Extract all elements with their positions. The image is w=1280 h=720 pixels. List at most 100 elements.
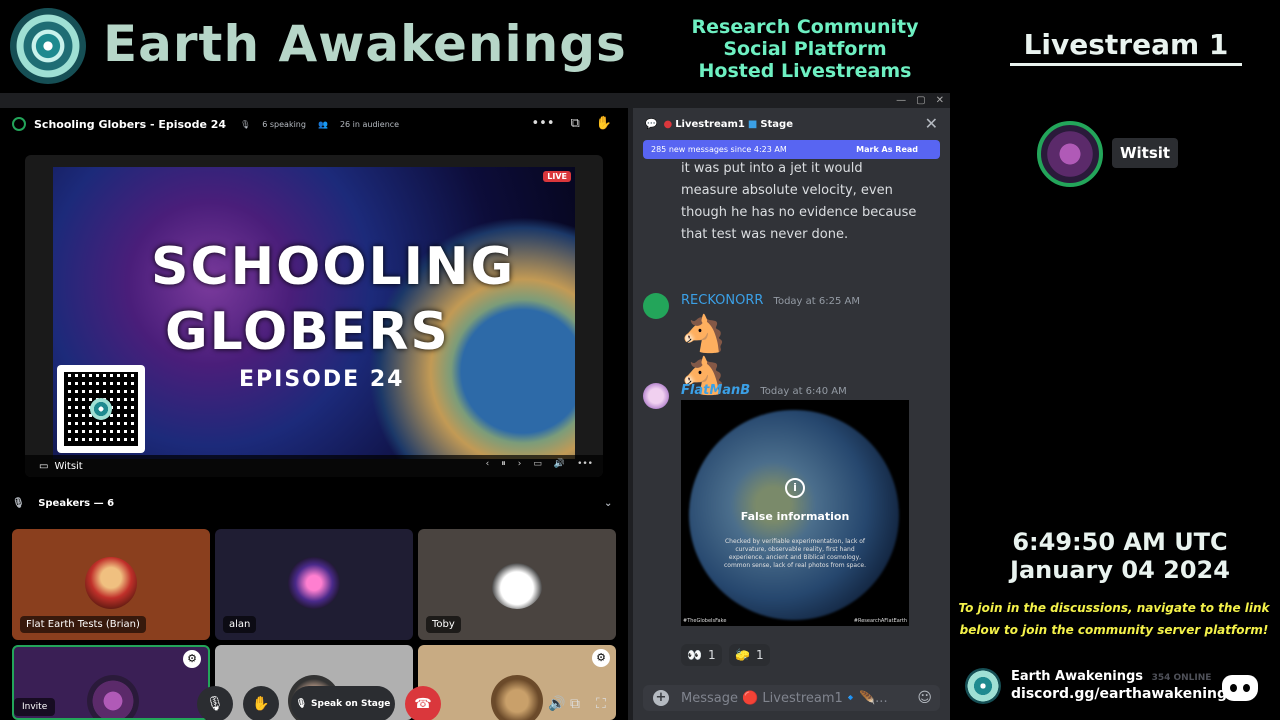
volume-icon[interactable]: 🔊 bbox=[548, 696, 565, 712]
screen-icon: ▭ bbox=[39, 460, 49, 472]
invite-link[interactable]: discord.gg/earthawakenings bbox=[1011, 686, 1235, 702]
streamer-avatar bbox=[1037, 121, 1103, 187]
stage-icon: ■ bbox=[747, 118, 758, 130]
reaction-count: 1 bbox=[755, 648, 764, 662]
settings-icon[interactable]: ⚙ bbox=[183, 650, 201, 668]
tagline-line: Hosted Livestreams bbox=[698, 60, 912, 82]
speaker-tile[interactable]: alan bbox=[215, 529, 413, 640]
message-time: Today at 6:25 AM bbox=[773, 296, 860, 307]
server-name: Earth Awakenings bbox=[1011, 669, 1144, 684]
avatar bbox=[85, 557, 137, 609]
mic-icon: 🎙 bbox=[295, 699, 308, 709]
stage-channel-icon bbox=[12, 117, 26, 131]
join-line: To join in the discussions, navigate to … bbox=[958, 601, 1270, 615]
speaking-count: 6 speaking bbox=[262, 119, 306, 129]
emoji-icon[interactable]: ☺ bbox=[917, 690, 932, 706]
raise-hand-icon[interactable]: ✋ bbox=[596, 116, 612, 131]
art-title-line: GLOBERS bbox=[165, 302, 450, 362]
popout-icon[interactable]: ⧉ bbox=[571, 116, 580, 131]
live-badge: LIVE bbox=[543, 171, 571, 182]
art-episode-line: EPISODE 24 bbox=[239, 367, 405, 392]
hashtag-left: #TheGlobeIsFake bbox=[683, 618, 727, 624]
video-controls: ▭ Witsit ‹ ⏸ › ▭ 🔊 ••• bbox=[25, 455, 603, 477]
false-info-desc: Checked by verifiable experimentation, l… bbox=[723, 538, 866, 569]
audience-count: 26 in audience bbox=[339, 119, 400, 129]
tagline: Research Community Social Platform Hoste… bbox=[660, 16, 950, 82]
fullscreen-icon[interactable]: ⛶ bbox=[596, 696, 606, 712]
add-attachment-icon[interactable]: + bbox=[653, 690, 669, 706]
clock: 6:49:50 AM UTC January 04 2024 bbox=[975, 528, 1265, 584]
reaction-sponge[interactable]: 🧽 1 bbox=[729, 644, 770, 666]
discord-window: — ▢ ✕ Schooling Globers - Episode 24 🎙 6… bbox=[0, 93, 950, 720]
join-instructions: To join in the discussions, navigate to … bbox=[958, 597, 1270, 641]
channel-suffix: Stage bbox=[760, 118, 793, 130]
more-icon[interactable]: ••• bbox=[577, 459, 593, 469]
image-attachment[interactable]: i False information Checked by verifiabl… bbox=[681, 400, 909, 626]
more-options-icon[interactable]: ••• bbox=[532, 116, 555, 131]
reaction-eyes[interactable]: 👀 1 bbox=[681, 644, 722, 666]
prev-icon[interactable]: ‹ bbox=[486, 459, 490, 469]
stage-header: Schooling Globers - Episode 24 🎙 6 speak… bbox=[0, 108, 628, 140]
stage-title: Schooling Globers - Episode 24 bbox=[34, 117, 227, 131]
avatar bbox=[288, 557, 340, 609]
avatar bbox=[643, 383, 669, 409]
speaker-name: alan bbox=[223, 616, 257, 633]
qr-code bbox=[57, 365, 145, 453]
stage-panel: Schooling Globers - Episode 24 🎙 6 speak… bbox=[0, 108, 628, 720]
message-input[interactable]: + Message 🔴 Livestream1🔹🪶... ☺ bbox=[643, 685, 940, 711]
discord-icon bbox=[643, 293, 669, 319]
speakers-header[interactable]: 🎙 Speakers — 6 ⌄ bbox=[12, 498, 612, 509]
maximize-icon[interactable]: ▢ bbox=[916, 95, 925, 106]
stream-video[interactable]: SCHOOLING GLOBERS EPISODE 24 LIVE ▭ Wits… bbox=[25, 155, 603, 477]
new-messages-text: 285 new messages since 4:23 AM bbox=[651, 145, 787, 154]
close-window-icon[interactable]: ✕ bbox=[936, 95, 944, 106]
live-dot-icon: ● bbox=[663, 118, 673, 130]
pause-icon[interactable]: ⏸ bbox=[501, 459, 506, 469]
speaker-tile[interactable]: Toby bbox=[418, 529, 616, 640]
streamer-label: Witsit bbox=[1112, 138, 1179, 168]
info-icon: i bbox=[785, 478, 805, 498]
clock-time: 6:49:50 AM UTC bbox=[1012, 528, 1228, 556]
next-icon[interactable]: › bbox=[518, 459, 522, 469]
reaction-count: 1 bbox=[707, 648, 716, 662]
clock-date: January 04 2024 bbox=[1010, 556, 1230, 584]
hashtag-right: #ResearchAFlatEarth bbox=[853, 618, 907, 624]
false-info-title: False information bbox=[740, 510, 850, 523]
sponge-emoji: 🧽 bbox=[735, 648, 750, 662]
earth-awakenings-logo bbox=[10, 8, 86, 84]
speak-on-stage-button[interactable]: 🎙 Speak on Stage bbox=[291, 686, 395, 720]
speaker-name: Toby bbox=[426, 616, 461, 633]
leave-call-button[interactable]: ☎ bbox=[405, 686, 441, 720]
author-name[interactable]: RECKONORR bbox=[681, 293, 763, 308]
mark-as-read-button[interactable]: Mark As Read bbox=[856, 145, 918, 154]
close-icon[interactable]: ✕ bbox=[925, 114, 938, 133]
speakers-label: Speakers — 6 bbox=[38, 498, 115, 509]
thread-icon: 💬 bbox=[645, 118, 658, 130]
chevron-down-icon[interactable]: ⌄ bbox=[604, 498, 612, 509]
tagline-line: Social Platform bbox=[723, 38, 887, 60]
author-name[interactable]: FlatManB bbox=[681, 383, 750, 398]
settings-icon[interactable]: ⚙ bbox=[592, 649, 610, 667]
art-title-line: SCHOOLING bbox=[151, 237, 516, 297]
speak-on-stage-label: Speak on Stage bbox=[311, 699, 391, 709]
raise-hand-button[interactable]: ✋ bbox=[243, 686, 279, 720]
window-controls: — ▢ ✕ bbox=[896, 95, 944, 106]
discord-logo-icon bbox=[1222, 675, 1258, 701]
mic-icon: 🎙 bbox=[12, 498, 25, 509]
tagline-line: Research Community bbox=[691, 16, 919, 38]
avatar bbox=[491, 557, 543, 609]
chat-header: 💬 ● Livestream1 ■ Stage ✕ bbox=[633, 108, 950, 140]
join-line: below to join the community server platf… bbox=[959, 623, 1269, 637]
screen-icon[interactable]: ▭ bbox=[533, 459, 542, 469]
message-text: it was put into a jet it would measure a… bbox=[681, 161, 917, 242]
server-logo bbox=[965, 668, 1001, 704]
volume-icon[interactable]: 🔊 bbox=[554, 459, 565, 469]
mic-icon: 🎙 bbox=[240, 119, 251, 129]
mute-button[interactable]: 🎙 bbox=[197, 686, 233, 720]
speaker-tile[interactable]: Flat Earth Tests (Brian) bbox=[12, 529, 210, 640]
chat-panel: 💬 ● Livestream1 ■ Stage ✕ 285 new messag… bbox=[633, 108, 950, 720]
audience-icon: 👥 bbox=[317, 119, 328, 129]
popout-icon[interactable]: ⧉ bbox=[570, 696, 580, 712]
minimize-icon[interactable]: — bbox=[896, 95, 906, 106]
new-messages-bar[interactable]: 285 new messages since 4:23 AM Mark As R… bbox=[643, 140, 940, 159]
